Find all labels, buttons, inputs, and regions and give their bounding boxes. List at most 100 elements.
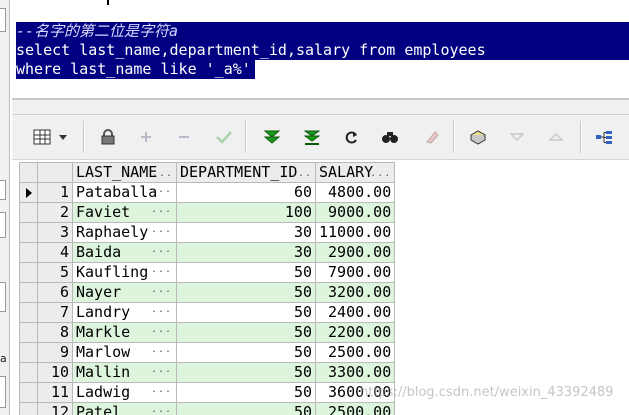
results-grid[interactable]: LAST_NAME... DEPARTMENT_ID... SALARY... … [12, 160, 629, 415]
grid-view-icon[interactable] [30, 125, 54, 149]
row-number[interactable]: 8 [37, 322, 73, 343]
row-number[interactable]: 5 [37, 262, 73, 283]
find-icon[interactable] [378, 125, 402, 149]
row-indicator[interactable] [19, 242, 38, 263]
row-indicator[interactable] [19, 202, 38, 223]
left-pane-field[interactable] [0, 282, 6, 312]
cell-editor-ellipsis-icon[interactable]: ... [151, 344, 172, 360]
cell-salary[interactable]: 2900.00 [314, 242, 396, 263]
row-number[interactable]: 7 [37, 302, 73, 323]
cell-last-name[interactable]: Landry... [72, 302, 177, 323]
row-indicator[interactable] [19, 322, 38, 343]
column-header-salary[interactable]: SALARY... [314, 162, 396, 183]
splitter[interactable] [12, 100, 629, 115]
cell-last-name[interactable]: Baida... [72, 242, 177, 263]
row-number[interactable]: 4 [37, 242, 73, 263]
cell-editor-ellipsis-icon[interactable]: ... [151, 244, 172, 260]
column-header-last-name[interactable]: LAST_NAME... [72, 162, 177, 183]
cell-department-id[interactable]: 50 [176, 282, 316, 303]
cell-last-name[interactable]: Marlow... [72, 342, 177, 363]
clear-icon[interactable] [420, 125, 444, 149]
cell-last-name[interactable]: Faviet... [72, 202, 177, 223]
refresh-icon[interactable] [340, 125, 364, 149]
lock-icon[interactable] [96, 125, 120, 149]
cell-last-name[interactable]: Patel... [72, 402, 177, 415]
cell-editor-ellipsis-icon[interactable]: ... [151, 324, 172, 340]
sort-icon[interactable] [544, 125, 568, 149]
cell-last-name[interactable]: Ladwig... [72, 382, 177, 403]
cell-salary[interactable]: 4800.00 [314, 182, 396, 203]
row-indicator[interactable] [19, 222, 38, 243]
row-indicator[interactable] [19, 182, 38, 203]
cell-last-name[interactable]: Pataballa... [72, 182, 177, 203]
row-number[interactable]: 10 [37, 362, 73, 383]
cell-salary[interactable]: 2200.00 [314, 322, 396, 343]
cell-editor-ellipsis-icon[interactable]: ... [151, 184, 172, 200]
table-row[interactable]: 8 Markle... 50 2200.00 [19, 322, 396, 343]
cell-department-id[interactable]: 50 [176, 362, 316, 383]
cell-editor-ellipsis-icon[interactable]: ... [151, 384, 172, 400]
fetch-last-page-icon[interactable] [300, 125, 324, 149]
cell-department-id[interactable]: 50 [176, 342, 316, 363]
table-row[interactable]: 11 Ladwig... 50 3600.00 [19, 382, 396, 403]
row-number[interactable]: 6 [37, 282, 73, 303]
cell-department-id[interactable]: 60 [176, 182, 316, 203]
row-number[interactable]: 2 [37, 202, 73, 223]
sql-select-line[interactable]: select last_name,department_id,salary fr… [16, 41, 629, 60]
cell-salary[interactable]: 7900.00 [314, 262, 396, 283]
row-number[interactable]: 1 [37, 182, 73, 203]
cell-last-name[interactable]: Kaufling... [72, 262, 177, 283]
sql-where-line[interactable]: where last_name like '_a%' [16, 60, 255, 79]
sql-editor[interactable]: --名字的第二位是字符a select last_name,department… [12, 0, 629, 100]
cell-salary[interactable]: 2400.00 [314, 302, 396, 323]
cell-last-name[interactable]: Nayer... [72, 282, 177, 303]
table-row[interactable]: 3 Raphaely... 30 11000.00 [19, 222, 396, 243]
cell-department-id[interactable]: 50 [176, 402, 316, 415]
cell-editor-ellipsis-icon[interactable]: ... [151, 364, 172, 380]
dropdown-chevron-icon[interactable] [56, 125, 70, 149]
table-row[interactable]: 6 Nayer... 50 3200.00 [19, 282, 396, 303]
cell-editor-ellipsis-icon[interactable]: ... [151, 304, 172, 320]
cell-editor-ellipsis-icon[interactable]: ... [151, 284, 172, 300]
fetch-next-page-icon[interactable] [260, 125, 284, 149]
cell-editor-ellipsis-icon[interactable]: ... [151, 204, 172, 220]
row-number[interactable]: 11 [37, 382, 73, 403]
post-changes-icon[interactable] [212, 125, 236, 149]
cell-salary[interactable]: 3300.00 [314, 362, 396, 383]
table-row[interactable]: 4 Baida... 30 2900.00 [19, 242, 396, 263]
cell-department-id[interactable]: 50 [176, 382, 316, 403]
cell-last-name[interactable]: Mallin... [72, 362, 177, 383]
table-row[interactable]: 9 Marlow... 50 2500.00 [19, 342, 396, 363]
tree-view-icon[interactable] [592, 125, 616, 149]
cell-last-name[interactable]: Markle... [72, 322, 177, 343]
add-record-icon[interactable] [134, 125, 158, 149]
row-indicator[interactable] [19, 382, 38, 403]
table-row[interactable]: 10 Mallin... 50 3300.00 [19, 362, 396, 383]
table-row[interactable]: 12 Patel... 50 2500.00 [19, 402, 396, 415]
delete-record-icon[interactable] [172, 125, 196, 149]
row-indicator[interactable] [19, 282, 38, 303]
row-indicator[interactable] [19, 342, 38, 363]
cell-department-id[interactable]: 30 [176, 242, 316, 263]
cell-editor-ellipsis-icon[interactable]: ... [151, 224, 172, 240]
cell-salary[interactable]: 2500.00 [314, 402, 396, 415]
cell-salary[interactable]: 9000.00 [314, 202, 396, 223]
sql-comment-line[interactable]: --名字的第二位是字符a [16, 22, 629, 41]
cell-last-name[interactable]: Raphaely... [72, 222, 177, 243]
row-number[interactable]: 3 [37, 222, 73, 243]
cell-department-id[interactable]: 30 [176, 222, 316, 243]
cell-salary[interactable]: 3200.00 [314, 282, 396, 303]
row-indicator[interactable] [19, 302, 38, 323]
table-row[interactable]: 5 Kaufling... 50 7900.00 [19, 262, 396, 283]
cell-department-id[interactable]: 100 [176, 202, 316, 223]
row-indicator[interactable] [19, 402, 38, 415]
left-pane-field[interactable] [0, 8, 6, 32]
cell-department-id[interactable]: 50 [176, 262, 316, 283]
left-pane-field[interactable] [0, 212, 6, 238]
export-icon[interactable] [466, 125, 490, 149]
corner-cell[interactable] [19, 162, 38, 183]
filter-icon[interactable] [505, 125, 529, 149]
cell-editor-ellipsis-icon[interactable]: ... [151, 404, 172, 415]
left-pane-field[interactable] [0, 376, 6, 408]
table-row[interactable]: 2 Faviet... 100 9000.00 [19, 202, 396, 223]
